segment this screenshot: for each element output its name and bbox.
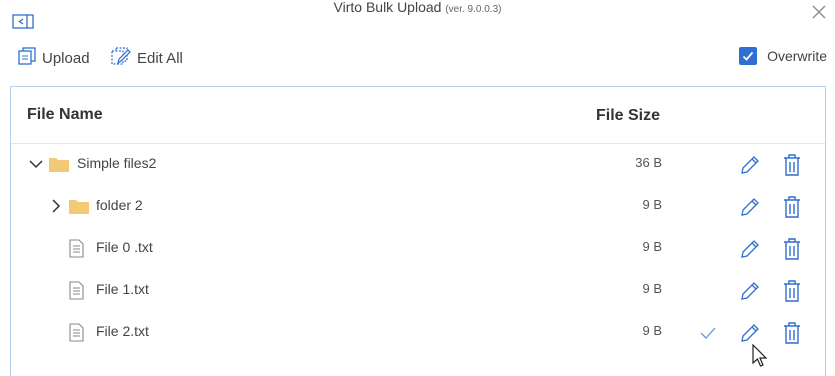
grid-header: File Name File Size bbox=[11, 87, 825, 144]
table-row[interactable]: File 1.txt 9 B bbox=[11, 270, 825, 312]
column-header-file-size[interactable]: File Size bbox=[596, 107, 660, 125]
table-row[interactable]: File 2.txt 9 B bbox=[11, 312, 825, 354]
file-name: File 1.txt bbox=[96, 281, 149, 297]
chevron-down-icon[interactable] bbox=[27, 155, 45, 173]
table-row[interactable]: folder 2 9 B bbox=[11, 186, 825, 228]
file-name: folder 2 bbox=[96, 197, 143, 213]
file-size: 9 B bbox=[642, 281, 662, 296]
file-grid: File Name File Size Simple files2 36 B f… bbox=[10, 86, 826, 376]
text-file-icon bbox=[68, 323, 84, 342]
toolbar: Upload Edit All Overwrite bbox=[0, 42, 835, 74]
app-version: (ver. 9.0.0.3) bbox=[445, 4, 502, 15]
folder-icon bbox=[68, 198, 90, 215]
edit-all-label: Edit All bbox=[137, 49, 183, 67]
trash-icon[interactable] bbox=[781, 321, 803, 345]
pencil-icon[interactable] bbox=[739, 322, 761, 344]
text-file-icon bbox=[68, 281, 84, 300]
trash-icon[interactable] bbox=[781, 195, 803, 219]
title-bar: Virto Bulk Upload (ver. 9.0.0.3) bbox=[0, 0, 835, 36]
trash-icon[interactable] bbox=[781, 153, 803, 177]
pencil-icon[interactable] bbox=[739, 196, 761, 218]
pencil-icon[interactable] bbox=[739, 238, 761, 260]
edit-all-icon bbox=[110, 47, 137, 69]
upload-button[interactable]: Upload bbox=[17, 47, 90, 69]
text-file-icon bbox=[68, 239, 84, 258]
pencil-icon[interactable] bbox=[739, 280, 761, 302]
mouse-cursor-icon bbox=[752, 343, 770, 368]
file-name: File 0 .txt bbox=[96, 239, 153, 255]
trash-icon[interactable] bbox=[781, 237, 803, 261]
file-name: Simple files2 bbox=[77, 155, 157, 171]
upload-label: Upload bbox=[42, 49, 90, 67]
table-row[interactable]: Simple files2 36 B bbox=[11, 144, 825, 186]
file-size: 36 B bbox=[635, 155, 662, 170]
pencil-icon[interactable] bbox=[739, 154, 761, 176]
file-size: 9 B bbox=[642, 323, 662, 338]
trash-icon[interactable] bbox=[781, 279, 803, 303]
file-name: File 2.txt bbox=[96, 323, 149, 339]
file-size: 9 B bbox=[642, 239, 662, 254]
column-header-file-name[interactable]: File Name bbox=[27, 106, 103, 124]
folder-icon bbox=[48, 156, 70, 173]
edit-all-button[interactable]: Edit All bbox=[110, 47, 183, 69]
overwrite-label: Overwrite bbox=[767, 48, 827, 64]
app-title: Virto Bulk Upload bbox=[333, 0, 442, 15]
upload-icon bbox=[17, 47, 42, 69]
close-icon[interactable] bbox=[809, 2, 829, 22]
file-size: 9 B bbox=[642, 197, 662, 212]
overwrite-toggle[interactable]: Overwrite bbox=[739, 47, 827, 65]
check-icon bbox=[699, 325, 717, 341]
overwrite-checkbox[interactable] bbox=[739, 47, 758, 65]
chevron-right-icon[interactable] bbox=[47, 197, 65, 215]
table-row[interactable]: File 0 .txt 9 B bbox=[11, 228, 825, 270]
window-title: Virto Bulk Upload (ver. 9.0.0.3) bbox=[0, 0, 835, 17]
